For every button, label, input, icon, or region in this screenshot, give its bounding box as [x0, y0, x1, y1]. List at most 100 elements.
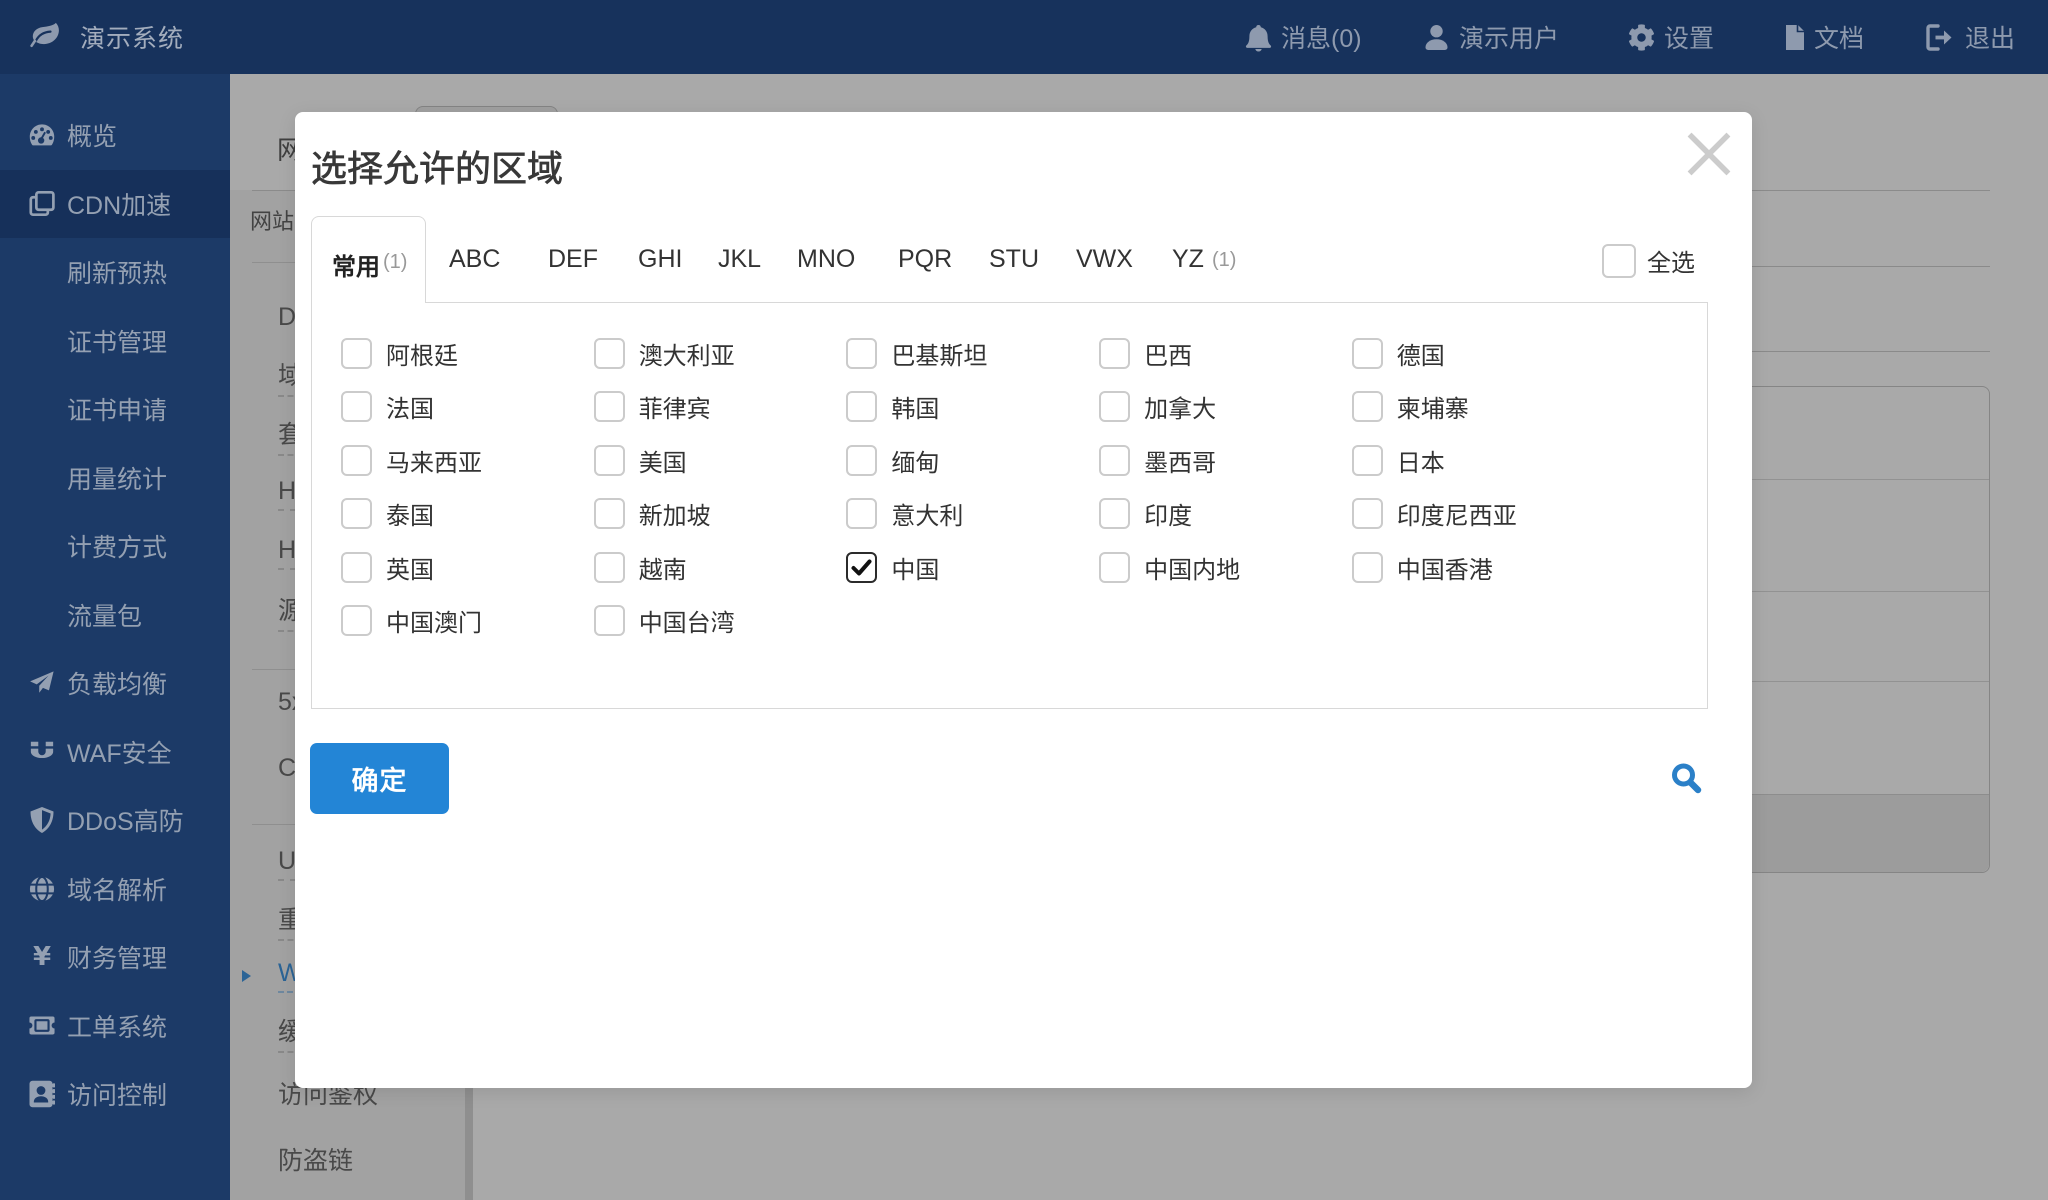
checkbox[interactable]	[341, 391, 372, 422]
tab-stu[interactable]: STU	[989, 245, 1039, 274]
sidebar-item[interactable]: CDN加速	[0, 169, 230, 238]
checkbox[interactable]	[593, 498, 625, 529]
sidebar-item[interactable]: 证书管理	[0, 307, 230, 376]
checkbox-checked[interactable]	[846, 551, 878, 583]
checkbox[interactable]	[593, 391, 625, 422]
sidebar-item[interactable]: 域名解析	[0, 855, 230, 924]
country-option[interactable]: 巴西	[1099, 336, 1192, 371]
sidebar-item[interactable]: ¥ 财务管理	[0, 923, 230, 992]
checkbox[interactable]	[341, 498, 372, 529]
country-option[interactable]: 柬埔寨	[1351, 389, 1469, 424]
country-option[interactable]: 中国台湾	[593, 603, 735, 638]
sidebar-item[interactable]: 概览	[0, 101, 230, 170]
checkbox[interactable]	[1099, 337, 1131, 369]
checkbox[interactable]	[846, 337, 878, 369]
select-all[interactable]: 全选	[1602, 243, 1695, 278]
checkbox[interactable]	[1099, 391, 1131, 422]
checkbox[interactable]	[341, 337, 372, 369]
tab-ghi[interactable]: GHI	[638, 245, 682, 274]
sidebar-item[interactable]: 流量包	[0, 581, 230, 650]
sidebar-item[interactable]: 用量统计	[0, 444, 230, 513]
sidebar-item[interactable]: 证书申请	[0, 375, 230, 444]
tab-jkl[interactable]: JKL	[718, 245, 761, 274]
country-option[interactable]: 印度尼西亚	[1351, 496, 1517, 531]
country-option[interactable]: 菲律宾	[593, 389, 711, 424]
tab-abc[interactable]: ABC	[449, 245, 500, 274]
country-option[interactable]: 日本	[1351, 443, 1445, 478]
sidebar-item[interactable]: 工单系统	[0, 992, 230, 1061]
country-option[interactable]: 韩国	[846, 389, 939, 424]
checkbox[interactable]	[593, 444, 625, 476]
checkbox[interactable]	[341, 605, 372, 636]
select-all-label: 全选	[1647, 250, 1695, 277]
tab-pqr[interactable]: PQR	[898, 245, 952, 274]
country-option[interactable]: 缅甸	[846, 443, 939, 478]
country-option[interactable]: 印度	[1099, 496, 1192, 531]
sidebar-item[interactable]: 负载均衡	[0, 649, 230, 718]
country-option[interactable]: 巴基斯坦	[846, 336, 987, 371]
close-icon[interactable]	[1687, 132, 1731, 176]
country-label: 意大利	[891, 503, 964, 530]
sidebar-item[interactable]: DDoS高防	[0, 786, 230, 855]
checkbox[interactable]	[846, 391, 878, 422]
app-root: 网 网站 D域套HH源 5x C U 重 W 缓访问鉴权 防盗链 演示系统 消息(0) 演示…	[0, 0, 2048, 1200]
country-option[interactable]: 加拿大	[1099, 389, 1216, 424]
gear-icon	[1628, 23, 1655, 51]
country-option[interactable]: 新加坡	[593, 496, 711, 531]
confirm-button[interactable]: 确定	[310, 743, 449, 814]
checkbox[interactable]	[1351, 551, 1383, 583]
search-icon[interactable]	[1669, 762, 1707, 800]
sidebar-item[interactable]: WAF安全	[0, 718, 230, 787]
checkbox[interactable]	[1099, 498, 1131, 529]
checkbox[interactable]	[1099, 551, 1131, 583]
checkbox[interactable]	[593, 551, 625, 583]
checkbox[interactable]	[593, 605, 625, 636]
topbar-item[interactable]: 消息(0)	[1245, 0, 1362, 74]
sidebar-item-label: DDoS高防	[67, 808, 184, 837]
sidebar-item[interactable]: 刷新预热	[0, 238, 230, 307]
checkbox[interactable]	[1351, 337, 1383, 369]
select-all-checkbox[interactable]	[1602, 243, 1636, 278]
country-option[interactable]: 德国	[1351, 336, 1445, 371]
checkbox[interactable]	[1351, 498, 1383, 529]
checkbox[interactable]	[593, 337, 625, 369]
checkbox[interactable]	[846, 498, 878, 529]
checkbox[interactable]	[1351, 391, 1383, 422]
topbar-item[interactable]: 演示用户	[1423, 0, 1559, 74]
topbar-item[interactable]: 退出	[1926, 0, 2015, 74]
topbar-item-label: 设置	[1664, 25, 1715, 53]
country-option[interactable]: 英国	[341, 550, 434, 585]
country-option[interactable]: 美国	[593, 443, 687, 478]
country-option[interactable]: 澳大利亚	[593, 336, 735, 371]
country-option[interactable]: 泰国	[341, 496, 434, 531]
country-option[interactable]: 中国内地	[1099, 550, 1240, 585]
country-option[interactable]: 中国澳门	[341, 603, 482, 638]
tab-vwx[interactable]: VWX	[1076, 245, 1133, 274]
checkbox[interactable]	[1099, 444, 1131, 476]
checkbox[interactable]	[1351, 444, 1383, 476]
topbar-item[interactable]: 设置	[1628, 0, 1714, 74]
topbar-item[interactable]: 文档	[1785, 0, 1864, 74]
tab-mno[interactable]: MNO	[797, 245, 855, 274]
tab-changyong[interactable]: 常用 (1)	[311, 216, 426, 303]
tab-def[interactable]: DEF	[548, 245, 598, 274]
sidebar-item-label: 刷新预热	[67, 260, 168, 289]
sidebar-item[interactable]: 计费方式	[0, 512, 230, 581]
checkbox[interactable]	[341, 551, 372, 583]
country-option[interactable]: 中国	[846, 550, 939, 585]
globe-icon	[29, 875, 55, 902]
country-option[interactable]: 墨西哥	[1099, 443, 1216, 478]
sidebar-item[interactable]: 访问控制	[0, 1060, 230, 1129]
tab-yz[interactable]: YZ	[1172, 245, 1204, 274]
checkbox[interactable]	[341, 444, 372, 476]
country-option[interactable]: 马来西亚	[341, 443, 482, 478]
checkbox[interactable]	[846, 444, 878, 476]
brand[interactable]: 演示系统	[30, 0, 184, 74]
country-option[interactable]: 阿根廷	[341, 336, 458, 371]
country-option[interactable]: 越南	[593, 550, 687, 585]
country-option[interactable]: 法国	[341, 389, 434, 424]
country-option[interactable]: 意大利	[846, 496, 963, 531]
topbar-item-label: 文档	[1814, 25, 1865, 53]
country-option[interactable]: 中国香港	[1351, 550, 1493, 585]
tab-label: 常用	[332, 254, 380, 281]
